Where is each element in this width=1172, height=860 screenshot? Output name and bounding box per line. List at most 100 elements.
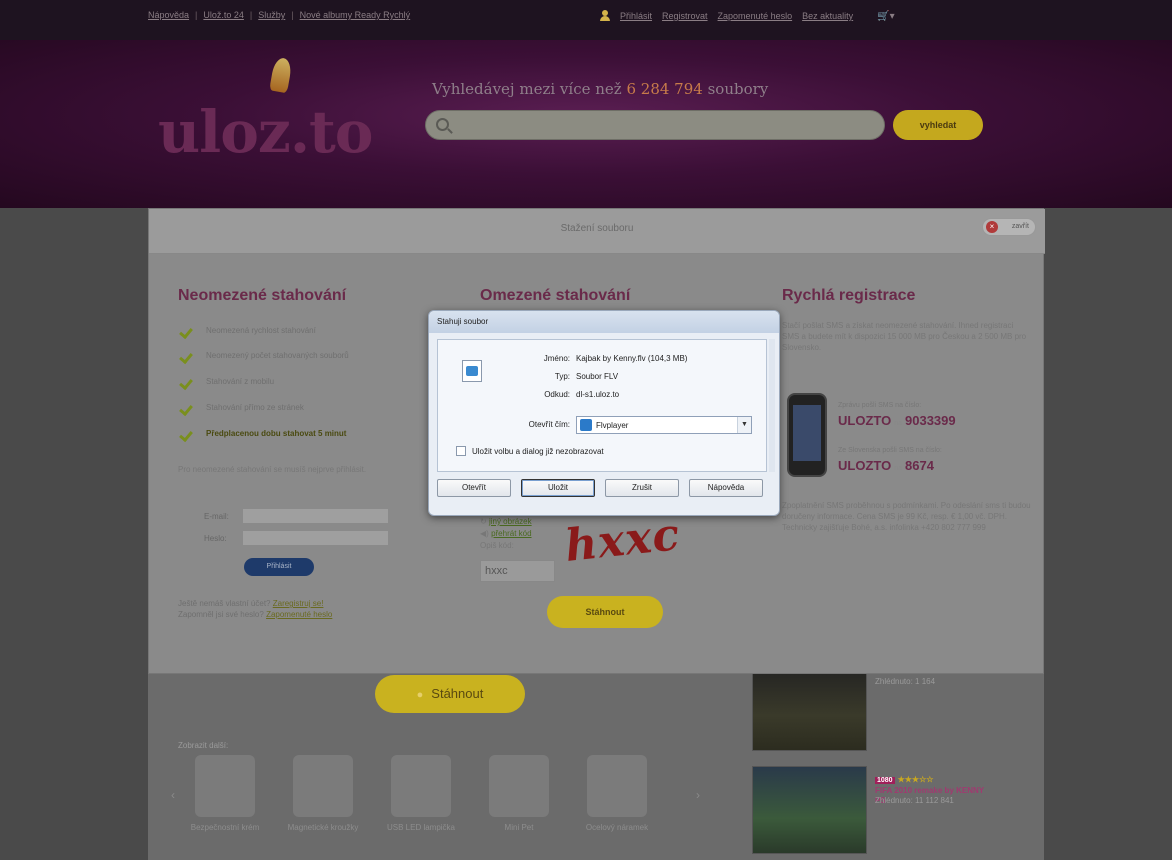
product-image (391, 755, 451, 817)
check-icon (180, 325, 196, 335)
register-link[interactable]: Registrovat (662, 11, 708, 21)
hd-badge: 1080 (875, 777, 895, 784)
feature-label: Neomezená rychlost stahování (206, 325, 316, 335)
flvplayer-icon (580, 419, 592, 431)
carousel-prev-icon[interactable]: ‹ (171, 788, 175, 802)
feature-item: Neomezený počet stahovaných souborů (180, 350, 349, 360)
cart-icon[interactable]: 🛒▾ (877, 11, 894, 22)
video-thumbnail[interactable] (752, 663, 867, 751)
password-label: Heslo: (204, 534, 227, 543)
email-field[interactable] (242, 508, 389, 524)
name-value: Kajbak by Kenny.flv (104,3 MB) (576, 354, 688, 363)
forgot-password-link[interactable]: Zapomenuté heslo (266, 610, 332, 619)
name-label: Jméno: (543, 354, 570, 363)
dialog-title: Stahuji soubor (437, 317, 489, 326)
sms-number: 8674 (905, 458, 934, 473)
email-label: E-mail: (204, 512, 229, 521)
save-button[interactable]: Uložit (521, 479, 595, 497)
dialog-scrollbar[interactable] (769, 339, 775, 472)
feature-label: Předplacenou dobu stahovat 5 minut (206, 428, 347, 438)
from-label: Odkud: (544, 390, 570, 399)
forgot-password-link[interactable]: Zapomenuté heslo (718, 11, 793, 21)
product-image (587, 755, 647, 817)
feature-item: Stahování přímo ze stránek (180, 402, 304, 412)
sms-number: 9033399 (905, 413, 956, 428)
carousel-next-icon[interactable]: › (696, 788, 700, 802)
product-item[interactable]: Magnetické kroužky (278, 755, 368, 833)
product-item[interactable]: USB LED lampička (376, 755, 466, 833)
open-with-select[interactable]: Flvplayer ▼ (576, 416, 752, 434)
feature-label: Stahování z mobilu (206, 376, 275, 386)
user-links: Přihlásit Registrovat Zapomenuté heslo B… (600, 10, 895, 22)
feature-label: Stahování přímo ze stránek (206, 402, 304, 412)
search-headline-suffix: soubory (707, 80, 769, 98)
remember-label: Uložit volbu a dialog již nezobrazovat (472, 446, 604, 456)
sms-na: na (894, 420, 902, 427)
type-value: Soubor FLV (576, 372, 619, 381)
search-headline-prefix: Vyhledávej mezi více než (432, 80, 622, 98)
dialog-titlebar[interactable]: Stahuji soubor (429, 311, 779, 333)
related-label: Zobrazit další: (178, 741, 229, 750)
feature-item: Neomezená rychlost stahování (180, 325, 316, 335)
sms-label: Zprávu pošli SMS na číslo: (838, 402, 922, 409)
cancel-button[interactable]: Zrušit (605, 479, 679, 497)
no-account-text: Ještě nemáš vlastní účet? (178, 599, 271, 608)
sms-code: ULOZTO na 8674 (838, 458, 934, 473)
top-link-albums[interactable]: Nové albumy Ready Rychlý (300, 10, 411, 20)
feature-label: Neomezený počet stahovaných souborů (206, 350, 349, 360)
forgot-text: Zapomněl jsi své heslo? (178, 610, 264, 619)
registration-terms: Zpoplatnění SMS proběhnou s podmínkami. … (782, 501, 1031, 532)
user-icon (600, 10, 610, 22)
close-label: zavřít (1011, 223, 1029, 230)
search-button[interactable]: vyhledat (893, 110, 983, 140)
feature-item: Stahování z mobilu (180, 376, 274, 386)
product-image (195, 755, 255, 817)
sms-na: na (894, 465, 902, 472)
top-link-services[interactable]: Služby (258, 10, 285, 20)
file-icon (462, 360, 482, 382)
product-caption: Bezpečnostní krém (190, 823, 260, 832)
top-bar: Nápověda | Ulož.to 24 | Služby | Nové album… (0, 0, 1172, 40)
check-icon (180, 376, 196, 386)
logo-flame-icon (269, 56, 293, 94)
captcha-new-image-link[interactable]: jiný obrázek (489, 517, 532, 526)
product-item[interactable]: Bezpečnostní krém (180, 755, 270, 833)
product-caption: USB LED lampička (386, 823, 456, 832)
password-field[interactable] (242, 530, 389, 546)
sms-keyword: ULOZTO (838, 413, 892, 428)
download-submit-button[interactable]: Stáhnout (547, 596, 663, 628)
search-input[interactable] (425, 110, 885, 140)
register-link[interactable]: Zaregistruj se! (273, 599, 324, 608)
login-note: Pro neomezené stahování se musíš nejprve… (178, 465, 367, 474)
captcha-audio-link[interactable]: přehrát kód (491, 529, 531, 538)
product-item[interactable]: Ocelový náramek (572, 755, 662, 833)
product-caption: Magnetické kroužky (287, 823, 359, 832)
video-thumbnail[interactable] (752, 766, 867, 854)
header: uloz.to Vyhledávej mezi více než 6 284 7… (0, 40, 1172, 208)
help-button[interactable]: Nápověda (689, 479, 763, 497)
open-button[interactable]: Otevřít (437, 479, 511, 497)
from-value: dl-s1.uloz.to (576, 390, 620, 399)
sms-keyword: ULOZTO (838, 458, 892, 473)
remember-choice[interactable]: Uložit volbu a dialog již nezobrazovat (456, 446, 604, 456)
login-button[interactable]: Přihlásit (244, 558, 314, 576)
remember-checkbox[interactable] (456, 446, 466, 456)
cart-link[interactable]: Bez aktuality (802, 11, 853, 21)
search-icon (436, 118, 449, 131)
captcha-hint: Opiš kód: (480, 541, 514, 550)
top-link-help[interactable]: Nápověda (148, 10, 189, 20)
check-icon (180, 402, 196, 412)
registration-title: Rychlá registrace (782, 287, 916, 304)
login-link[interactable]: Přihlásit (620, 11, 652, 21)
logo[interactable]: uloz.to (158, 98, 373, 166)
search-count: 6 284 794 (626, 80, 703, 98)
download-button[interactable]: Stáhnout (375, 675, 525, 713)
close-button[interactable]: × zavřít (982, 218, 1036, 236)
captcha-input[interactable]: hxxc (480, 560, 555, 582)
separator: | (249, 10, 253, 20)
top-link-uloz24[interactable]: Ulož.to 24 (203, 10, 244, 20)
product-item[interactable]: Mini Pet (474, 755, 564, 833)
phone-image (787, 393, 827, 477)
product-caption: Ocelový náramek (585, 823, 649, 832)
refresh-icon: ↻ (480, 517, 487, 526)
